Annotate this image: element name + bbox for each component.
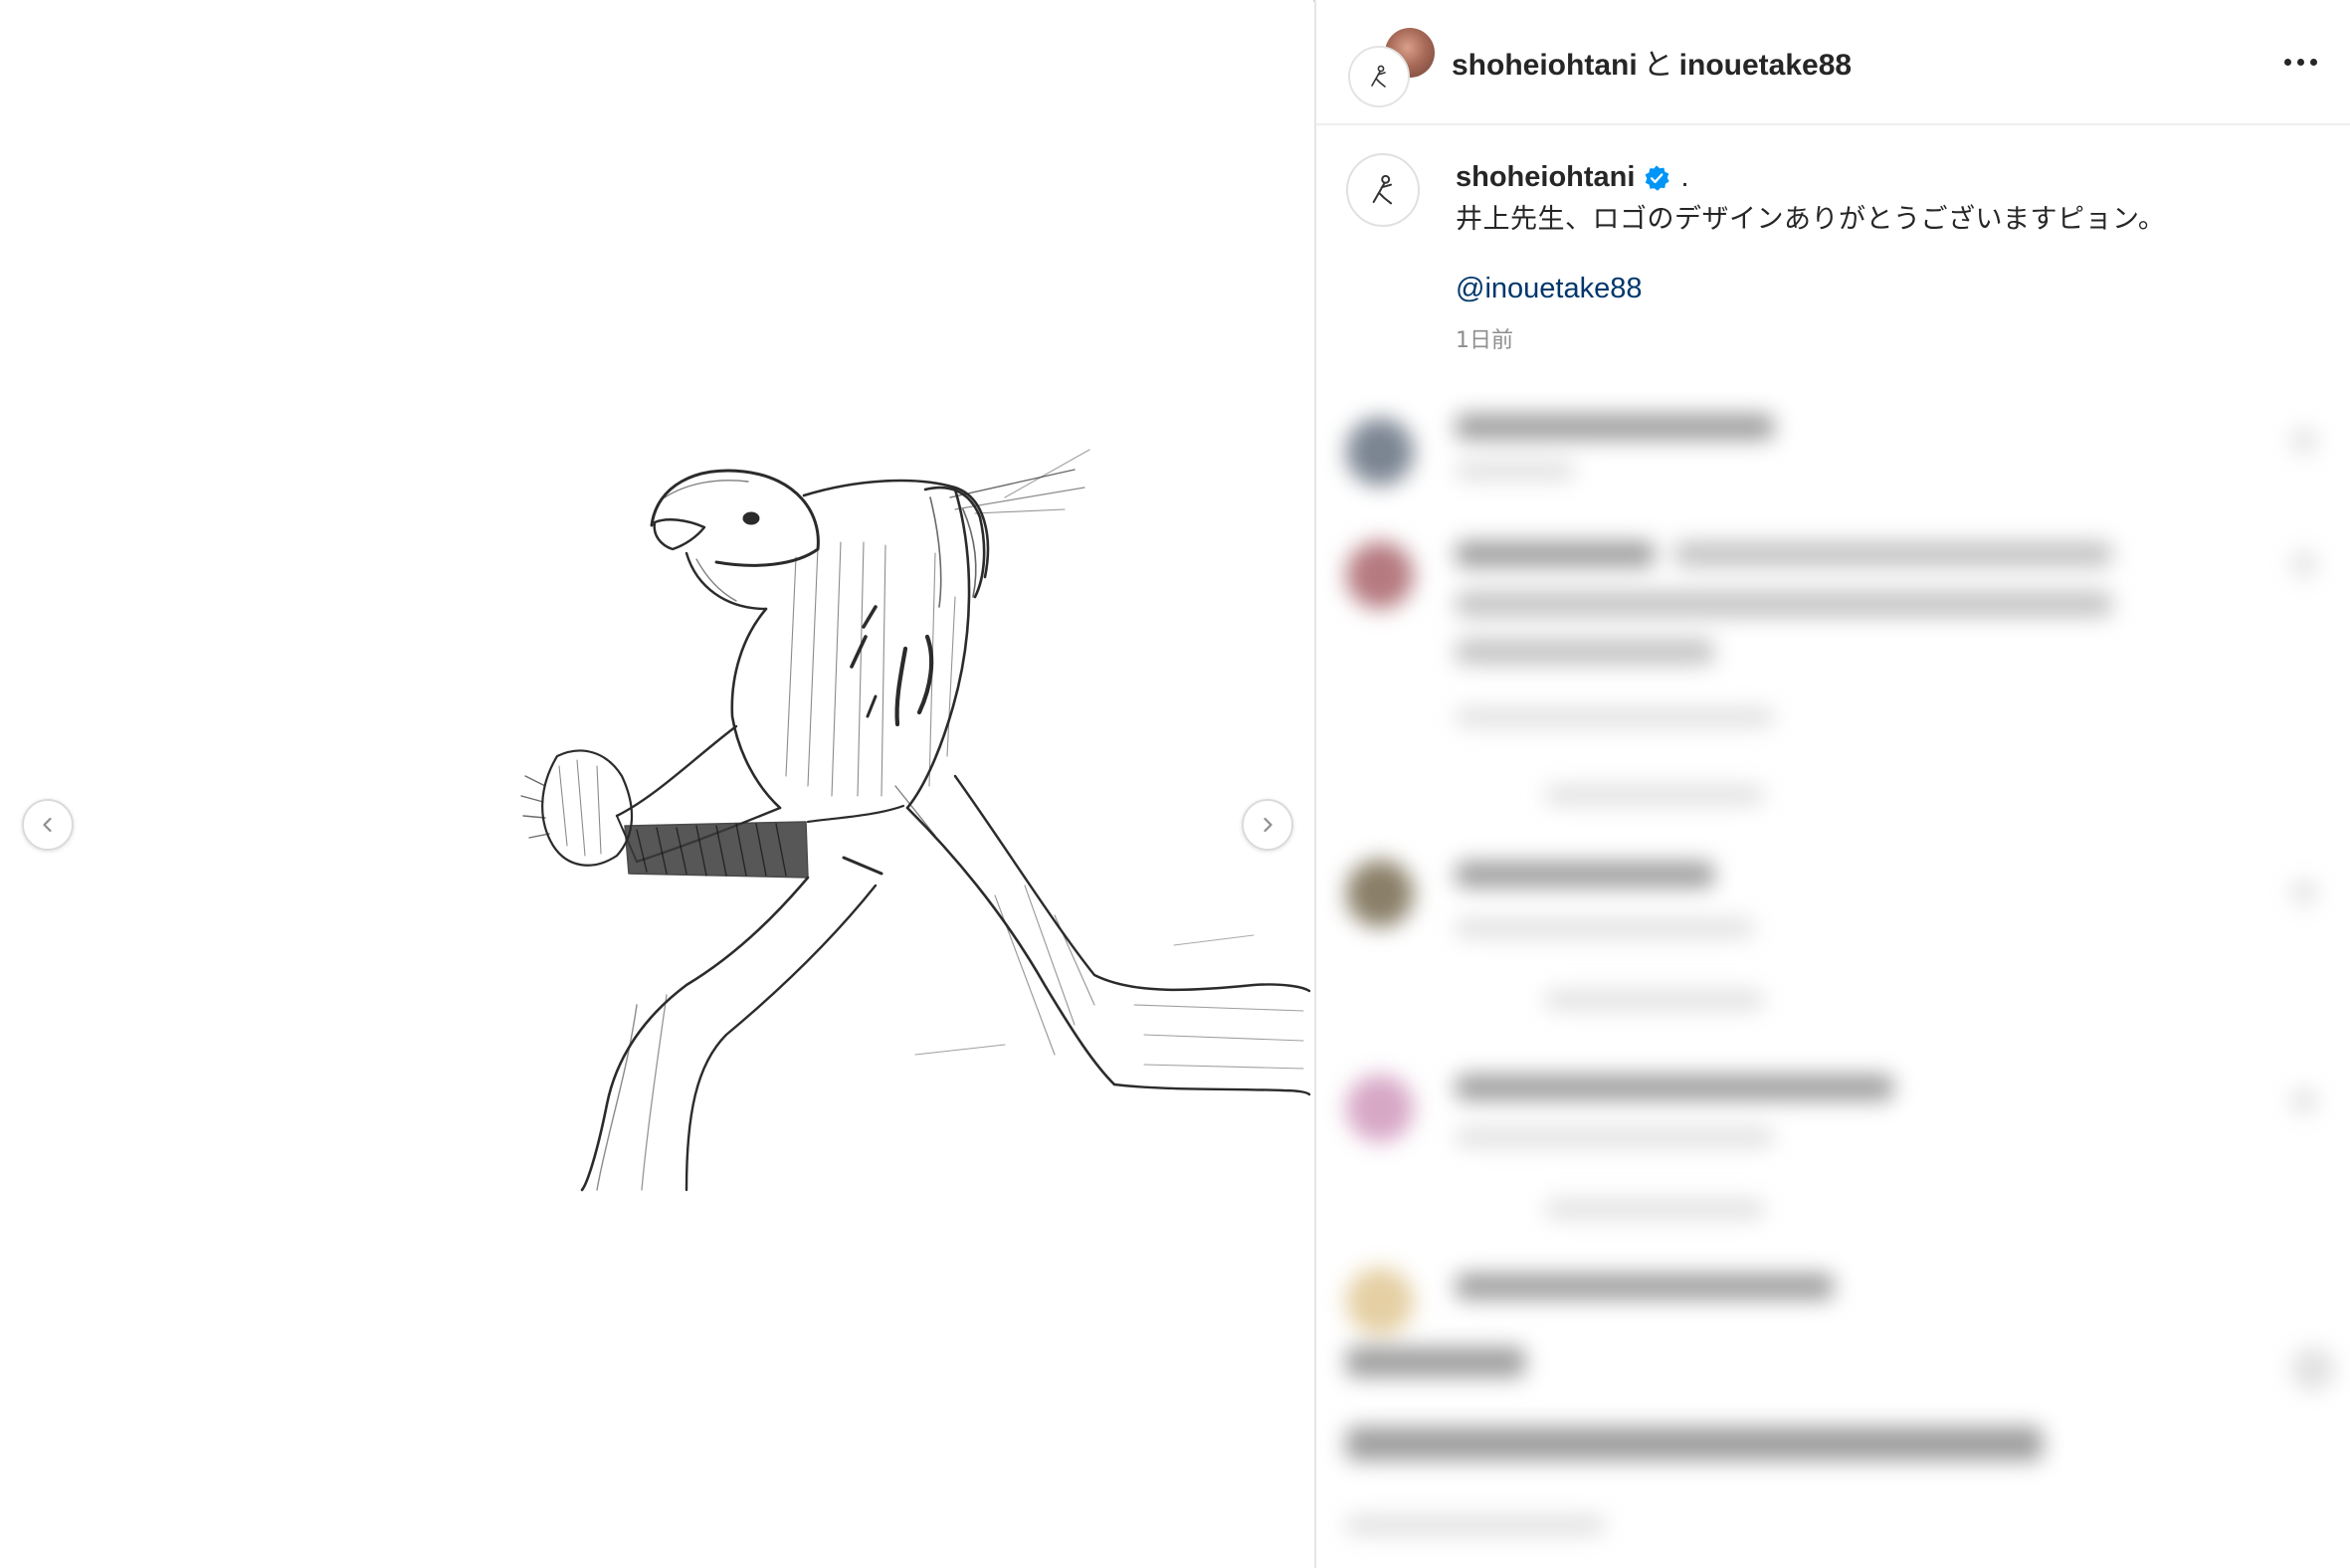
caption-avatar[interactable] <box>1346 153 1420 227</box>
comment-line <box>1456 1274 1834 1299</box>
comment-line <box>1545 1200 1764 1218</box>
caption-first-line: . <box>1680 161 1689 193</box>
post-timestamp[interactable]: 1日前 <box>1456 322 1513 354</box>
comment-line <box>1674 541 2112 567</box>
pitcher-logo-icon <box>1372 174 1392 205</box>
comment-line <box>1456 919 1754 937</box>
likes-line <box>1346 1427 2043 1461</box>
bookmark-icon <box>2291 1347 2335 1391</box>
author-link-primary[interactable]: shoheiohtani <box>1452 49 1638 82</box>
next-media-button[interactable] <box>1242 799 1293 851</box>
post-authors: shoheiohtani と inouetake88 <box>1452 40 1852 84</box>
post-date <box>1346 1516 1605 1534</box>
post-header: shoheiohtani と inouetake88 <box>1316 0 2350 125</box>
pitcher-sketch-image <box>520 449 1311 1192</box>
mention-link[interactable]: @inouetake88 <box>1456 273 1642 305</box>
action-bar <box>1346 1347 1525 1377</box>
comment-line <box>1456 708 1774 726</box>
comment-line <box>1545 786 1764 804</box>
comment-line <box>1456 1128 1774 1146</box>
author-joiner: と <box>1643 48 1673 83</box>
comment-line <box>1456 1075 1893 1100</box>
caption-username-row: shoheiohtani . <box>1456 161 1689 194</box>
caption-username[interactable]: shoheiohtani <box>1456 161 1635 194</box>
more-dot <box>2309 58 2317 66</box>
comment-line <box>1456 862 1714 887</box>
comment-avatar <box>1346 860 1414 927</box>
comment-line <box>1456 591 2112 617</box>
caption: shoheiohtani . 井上先生、ロゴのデザインありがとうございますピョン… <box>1316 125 2350 392</box>
more-dot <box>2296 58 2304 66</box>
chevron-right-icon <box>1264 817 1273 833</box>
previous-media-button[interactable] <box>22 799 74 851</box>
comment-avatar <box>1346 1268 1414 1335</box>
comments-blurred <box>1316 392 2350 1568</box>
comment-avatar <box>1346 1075 1414 1142</box>
comment-avatar <box>1346 418 1414 486</box>
verified-badge-icon <box>1646 164 1670 191</box>
comment-like-icon <box>2291 428 2317 454</box>
comment-line <box>1456 414 1774 440</box>
avatar-shoheiohtani[interactable] <box>1350 48 1408 105</box>
comments-list <box>1316 392 2350 1568</box>
post-details-panel: shoheiohtani と inouetake88 shoheiohtani . <box>1314 0 2350 1568</box>
author-link-secondary[interactable]: inouetake88 <box>1679 49 1852 82</box>
comment-like-icon <box>2291 551 2317 577</box>
comment-line <box>1456 541 1655 567</box>
comment-line <box>1545 991 1764 1009</box>
more-options-button[interactable] <box>2276 44 2324 80</box>
comment-like-icon <box>2291 880 2317 905</box>
more-horizontal-icon <box>2283 58 2291 66</box>
comment-avatar <box>1346 541 1414 609</box>
comment-line <box>1456 462 1575 480</box>
caption-text: 井上先生、ロゴのデザインありがとうございますピョン。 <box>1456 204 2166 235</box>
collab-avatars[interactable] <box>1350 24 1440 105</box>
comment-line <box>1456 639 1714 665</box>
post-media <box>0 0 1313 1568</box>
chevron-left-icon <box>43 817 52 833</box>
comment-like-icon <box>2291 1088 2317 1114</box>
pitcher-logo-icon <box>1371 65 1386 88</box>
